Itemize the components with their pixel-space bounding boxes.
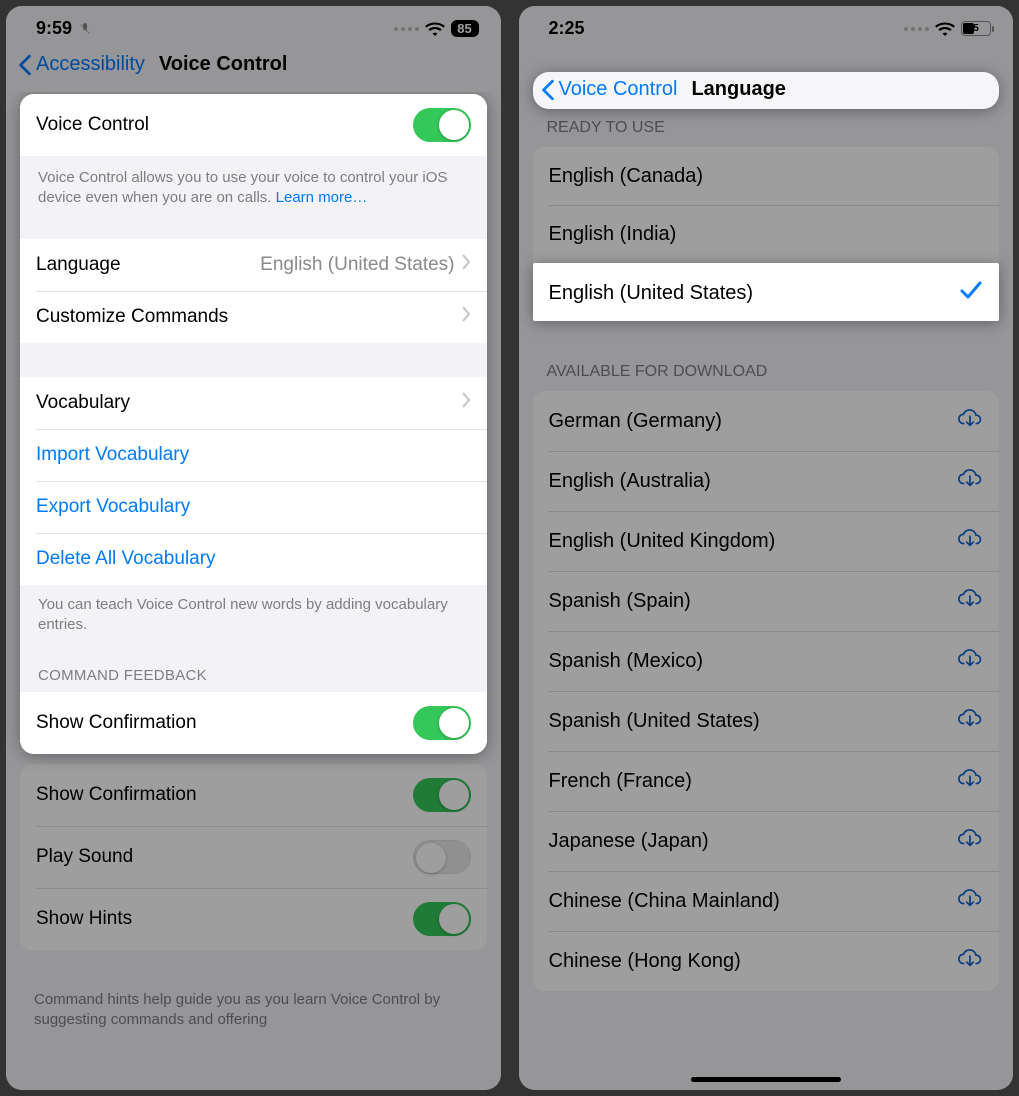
export-vocabulary-label: Export Vocabulary <box>36 496 471 518</box>
more-dots-icon <box>904 27 929 31</box>
language-label: Spanish (United States) <box>549 710 958 733</box>
delete-vocabulary-row[interactable]: Delete All Vocabulary <box>20 533 487 585</box>
chevron-left-icon <box>541 79 555 101</box>
status-bar: 2:25 5 <box>519 6 1014 45</box>
learn-more-link[interactable]: Learn more… <box>276 189 368 206</box>
highlight-panel: Voice Control Voice Control allows you t… <box>20 94 487 754</box>
cloud-download-icon[interactable] <box>957 587 983 615</box>
language-label: French (France) <box>549 770 958 793</box>
language-download-row[interactable]: Spanish (Spain) <box>533 571 1000 631</box>
more-dots-icon <box>394 27 419 31</box>
chevron-right-icon <box>461 254 471 276</box>
vocabulary-footer: You can teach Voice Control new words by… <box>20 585 487 642</box>
voice-control-desc: Voice Control allows you to use your voi… <box>38 169 447 206</box>
selected-language-label: English (United States) <box>549 282 960 305</box>
language-download-row[interactable]: English (United Kingdom) <box>533 511 1000 571</box>
import-vocabulary-row[interactable]: Import Vocabulary <box>20 429 487 481</box>
show-confirmation-toggle[interactable] <box>413 706 471 740</box>
language-row[interactable]: English (Canada) <box>533 147 1000 205</box>
back-label: Accessibility <box>36 53 145 76</box>
language-value: English (United States) <box>260 254 454 276</box>
language-label: English (Australia) <box>549 470 958 493</box>
status-time: 2:25 <box>549 18 585 39</box>
vocabulary-row[interactable]: Vocabulary <box>20 377 487 429</box>
cloud-download-icon[interactable] <box>957 707 983 735</box>
home-indicator[interactable] <box>691 1077 841 1082</box>
language-label: English (Canada) <box>549 165 984 188</box>
available-download-header: AVAILABLE FOR DOWNLOAD <box>519 321 1014 391</box>
vocabulary-label: Vocabulary <box>36 392 461 414</box>
back-label: Voice Control <box>559 78 678 101</box>
voice-control-label: Voice Control <box>36 114 413 136</box>
back-button[interactable]: Voice Control <box>533 78 678 101</box>
battery-icon: 5 <box>961 21 991 36</box>
command-feedback-header: COMMAND FEEDBACK <box>20 641 487 692</box>
voice-control-row[interactable]: Voice Control <box>20 94 487 156</box>
status-bar: 9:59 85 <box>6 6 501 45</box>
language-label: Japanese (Japan) <box>549 830 958 853</box>
right-screenshot: 2:25 5 READY TO USE English (Canada)Engl… <box>519 6 1014 1090</box>
selected-language-row[interactable]: English (United States) <box>533 263 1000 321</box>
cloud-download-icon[interactable] <box>957 947 983 975</box>
status-time: 9:59 <box>36 18 72 39</box>
export-vocabulary-row[interactable]: Export Vocabulary <box>20 481 487 533</box>
page-title: Voice Control <box>159 53 288 76</box>
battery-icon: 85 <box>451 20 479 37</box>
customize-commands-label: Customize Commands <box>36 306 461 328</box>
cloud-download-icon[interactable] <box>957 527 983 555</box>
nav-bar: Accessibility Voice Control <box>6 45 501 92</box>
delete-vocabulary-label: Delete All Vocabulary <box>36 548 471 570</box>
language-label: Language <box>36 254 260 276</box>
show-confirmation-label: Show Confirmation <box>36 712 413 734</box>
language-download-row[interactable]: French (France) <box>533 751 1000 811</box>
language-row[interactable]: Language English (United States) <box>20 239 487 291</box>
chevron-right-icon <box>461 306 471 328</box>
back-button[interactable]: Accessibility <box>18 53 145 76</box>
language-download-row[interactable]: English (Australia) <box>533 451 1000 511</box>
import-vocabulary-label: Import Vocabulary <box>36 444 471 466</box>
language-label: Spanish (Mexico) <box>549 650 958 673</box>
nav-bar: Voice Control Language <box>533 72 1000 109</box>
chevron-right-icon <box>461 392 471 414</box>
language-label: English (United Kingdom) <box>549 530 958 553</box>
language-label: Spanish (Spain) <box>549 590 958 613</box>
language-row[interactable]: English (India) <box>533 205 1000 263</box>
cloud-download-icon[interactable] <box>957 827 983 855</box>
language-download-row[interactable]: Spanish (Mexico) <box>533 631 1000 691</box>
language-label: Chinese (China Mainland) <box>549 890 958 913</box>
show-confirmation-row[interactable]: Show Confirmation <box>20 692 487 754</box>
wifi-icon <box>935 21 955 36</box>
cloud-download-icon[interactable] <box>957 467 983 495</box>
mic-muted-icon <box>78 21 92 37</box>
language-download-row[interactable]: Chinese (China Mainland) <box>533 871 1000 931</box>
language-download-row[interactable]: Chinese (Hong Kong) <box>533 931 1000 991</box>
language-download-row[interactable]: Japanese (Japan) <box>533 811 1000 871</box>
page-title: Language <box>691 78 785 101</box>
cloud-download-icon[interactable] <box>957 407 983 435</box>
customize-commands-row[interactable]: Customize Commands <box>20 291 487 343</box>
left-screenshot: 9:59 85 Accessibility Voice Control Voic… <box>6 6 501 1090</box>
cloud-download-icon[interactable] <box>957 767 983 795</box>
language-label: English (India) <box>549 223 984 246</box>
chevron-left-icon <box>18 54 32 76</box>
language-label: Chinese (Hong Kong) <box>549 950 958 973</box>
language-download-row[interactable]: German (Germany) <box>533 391 1000 451</box>
voice-control-toggle[interactable] <box>413 108 471 142</box>
checkmark-icon <box>959 279 983 307</box>
wifi-icon <box>425 21 445 36</box>
cloud-download-icon[interactable] <box>957 647 983 675</box>
cloud-download-icon[interactable] <box>957 887 983 915</box>
language-download-row[interactable]: Spanish (United States) <box>533 691 1000 751</box>
download-list: German (Germany) English (Australia) Engli… <box>533 391 1000 991</box>
language-label: German (Germany) <box>549 410 958 433</box>
